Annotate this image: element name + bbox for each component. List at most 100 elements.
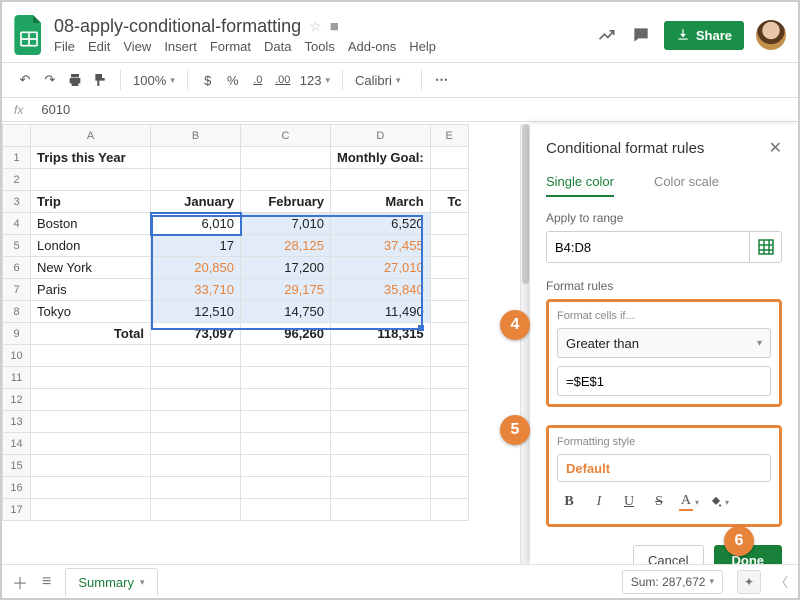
cell[interactable]: 6,520	[331, 213, 431, 235]
comments-icon[interactable]	[630, 24, 652, 46]
cell[interactable]	[430, 455, 468, 477]
cell[interactable]	[430, 477, 468, 499]
close-panel-icon[interactable]: ✕	[769, 138, 782, 158]
cell[interactable]	[430, 147, 468, 169]
row-header-3[interactable]: 3	[3, 191, 31, 213]
toolbar-more[interactable]: ⋯	[431, 68, 453, 92]
cell[interactable]: Total	[31, 323, 151, 345]
tab-single-color[interactable]: Single color	[546, 174, 614, 197]
vertical-scrollbar[interactable]	[520, 124, 530, 564]
cell[interactable]	[430, 279, 468, 301]
cell[interactable]: Paris	[31, 279, 151, 301]
menu-help[interactable]: Help	[409, 39, 436, 54]
col-header-D[interactable]: D	[331, 125, 431, 147]
menu-format[interactable]: Format	[210, 39, 251, 54]
row-header-10[interactable]: 10	[3, 345, 31, 367]
cell[interactable]: 37,455	[331, 235, 431, 257]
menu-insert[interactable]: Insert	[164, 39, 197, 54]
scroll-left-icon[interactable]: 〈	[775, 572, 788, 591]
cell[interactable]	[241, 147, 331, 169]
cell[interactable]: Trip	[31, 191, 151, 213]
menu-add-ons[interactable]: Add-ons	[348, 39, 396, 54]
italic-button[interactable]: I	[587, 490, 611, 514]
row-header-1[interactable]: 1	[3, 147, 31, 169]
cell[interactable]	[241, 169, 331, 191]
cell[interactable]: January	[151, 191, 241, 213]
cell[interactable]: 20,850	[151, 257, 241, 279]
cell[interactable]: 118,315	[331, 323, 431, 345]
cell[interactable]	[331, 367, 431, 389]
row-header-6[interactable]: 6	[3, 257, 31, 279]
print-button[interactable]	[64, 68, 86, 92]
underline-button[interactable]: U	[617, 490, 641, 514]
cell[interactable]: 17,200	[241, 257, 331, 279]
cell[interactable]: Boston	[31, 213, 151, 235]
bold-button[interactable]: B	[557, 490, 581, 514]
cell[interactable]	[241, 367, 331, 389]
spreadsheet-grid[interactable]: ABCDE1Trips this YearMonthly Goal:23Trip…	[2, 124, 530, 564]
paint-format-button[interactable]	[89, 68, 111, 92]
cell[interactable]	[430, 411, 468, 433]
cell[interactable]	[430, 389, 468, 411]
tab-color-scale[interactable]: Color scale	[654, 174, 719, 197]
cell[interactable]	[31, 499, 151, 521]
cell[interactable]	[331, 477, 431, 499]
cell[interactable]	[430, 499, 468, 521]
col-header-A[interactable]: A	[31, 125, 151, 147]
cell[interactable]: 73,097	[151, 323, 241, 345]
cell[interactable]: 29,175	[241, 279, 331, 301]
cell[interactable]	[151, 433, 241, 455]
cell[interactable]	[31, 367, 151, 389]
cell[interactable]	[31, 433, 151, 455]
cell[interactable]: Trips this Year	[31, 147, 151, 169]
cell[interactable]	[430, 257, 468, 279]
cell[interactable]	[430, 235, 468, 257]
share-button[interactable]: Share	[664, 21, 744, 50]
text-color-button[interactable]: A	[677, 490, 701, 514]
cell[interactable]	[331, 169, 431, 191]
cell[interactable]: Tokyo	[31, 301, 151, 323]
cell[interactable]	[151, 499, 241, 521]
cell[interactable]	[151, 455, 241, 477]
redo-button[interactable]: ↷	[39, 68, 61, 92]
cell[interactable]	[241, 499, 331, 521]
row-header-2[interactable]: 2	[3, 169, 31, 191]
cell[interactable]	[430, 323, 468, 345]
formula-bar[interactable]: fx 6010	[2, 98, 798, 122]
add-sheet-button[interactable]: ＋	[12, 570, 28, 594]
col-header-B[interactable]: B	[151, 125, 241, 147]
cell[interactable]	[331, 433, 431, 455]
increase-decimal-button[interactable]: .00	[272, 68, 294, 92]
account-avatar[interactable]	[756, 20, 786, 50]
trend-icon[interactable]	[596, 24, 618, 46]
cell[interactable]	[151, 477, 241, 499]
cell[interactable]	[151, 345, 241, 367]
row-header-8[interactable]: 8	[3, 301, 31, 323]
cell[interactable]	[241, 455, 331, 477]
cell[interactable]: New York	[31, 257, 151, 279]
cell[interactable]: London	[31, 235, 151, 257]
cell[interactable]	[331, 345, 431, 367]
font-select[interactable]: Calibri	[352, 68, 412, 92]
row-header-15[interactable]: 15	[3, 455, 31, 477]
col-header-E[interactable]: E	[430, 125, 468, 147]
row-header-16[interactable]: 16	[3, 477, 31, 499]
cell[interactable]	[31, 411, 151, 433]
cell[interactable]	[151, 411, 241, 433]
row-header-5[interactable]: 5	[3, 235, 31, 257]
row-header-11[interactable]: 11	[3, 367, 31, 389]
cell[interactable]	[430, 213, 468, 235]
select-all-cell[interactable]	[3, 125, 31, 147]
condition-select[interactable]: Greater than	[557, 328, 771, 358]
cell[interactable]: Monthly Goal:	[331, 147, 431, 169]
cell[interactable]	[241, 389, 331, 411]
quicksum-chip[interactable]: Sum: 287,672	[622, 570, 723, 594]
menu-file[interactable]: File	[54, 39, 75, 54]
cell[interactable]: 33,710	[151, 279, 241, 301]
cell[interactable]	[151, 367, 241, 389]
cell[interactable]	[430, 169, 468, 191]
all-sheets-button[interactable]: ≡	[42, 573, 51, 591]
condition-value-input[interactable]	[557, 366, 771, 396]
style-preview[interactable]: Default	[557, 454, 771, 482]
explore-button[interactable]: ✦	[737, 570, 761, 594]
